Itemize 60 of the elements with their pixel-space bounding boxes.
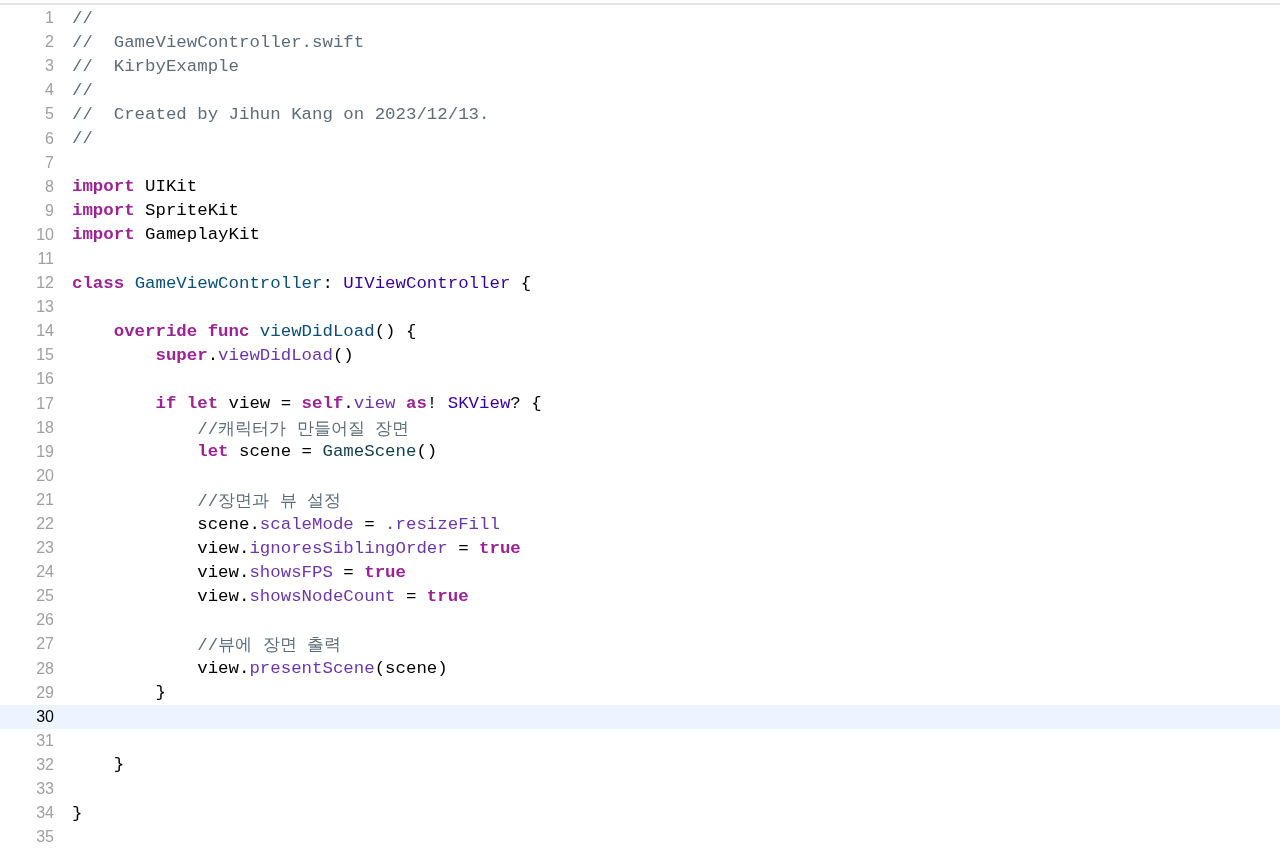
- line-number: 4: [44, 81, 54, 100]
- line-number: 26: [35, 611, 54, 630]
- code-line: view.showsNodeCount = true: [196, 586, 469, 606]
- code-line: class GameViewController: UIViewController {: [72, 273, 532, 293]
- line-number: 16: [35, 370, 54, 389]
- line-number: 33: [35, 780, 54, 799]
- code-line: import GameplayKit: [72, 225, 260, 245]
- code-line: //: [72, 80, 93, 100]
- line-number: 12: [35, 274, 54, 293]
- line-number: 35: [35, 828, 54, 847]
- line-number: 30: [35, 707, 54, 726]
- line-number: 1: [44, 9, 54, 28]
- code-line: super.viewDidLoad(): [154, 345, 354, 365]
- line-number: 15: [35, 346, 54, 365]
- line-number: 29: [35, 683, 54, 702]
- code-line: scene.scaleMode = .resizeFill: [196, 514, 500, 534]
- code-line: let scene = GameScene(): [196, 442, 438, 462]
- line-number: 18: [35, 418, 54, 437]
- line-number: 9: [44, 201, 54, 220]
- code-line: import SpriteKit: [72, 201, 239, 221]
- line-number: 7: [44, 153, 54, 172]
- line-number: 2: [44, 33, 54, 52]
- line-number: 23: [35, 539, 54, 558]
- line-number: 25: [35, 587, 54, 606]
- code-line: }: [112, 755, 125, 775]
- line-number: 28: [35, 659, 54, 678]
- code-line: //장면과 뷰 설정: [196, 490, 341, 512]
- code-line: // Created by Jihun Kang on 2023/12/13.: [72, 104, 490, 124]
- code-line: //뷰에 장면 출력: [196, 635, 341, 657]
- code-line: view.presentScene(scene): [196, 659, 448, 679]
- code-line: view.showsFPS = true: [196, 562, 406, 582]
- line-number: 34: [35, 804, 54, 823]
- line-number: 5: [44, 105, 54, 124]
- line-number: 19: [35, 442, 54, 461]
- line-number: 20: [35, 466, 54, 485]
- code-line: }: [72, 803, 83, 823]
- code-line: view.ignoresSiblingOrder = true: [196, 538, 521, 558]
- line-number: 17: [35, 394, 54, 413]
- code-line: }: [154, 683, 166, 703]
- code-line: import UIKit: [72, 177, 198, 197]
- code-line: if let view = self.view as! SKView? {: [154, 394, 542, 414]
- line-number: 13: [35, 298, 54, 317]
- code-line: //: [72, 8, 93, 28]
- code-line: //: [72, 129, 93, 148]
- code-line: override func viewDidLoad() {: [112, 321, 417, 341]
- line-number: 22: [35, 515, 54, 533]
- line-number: 31: [35, 731, 54, 750]
- line-number: 14: [35, 322, 54, 341]
- line-number: 24: [35, 563, 54, 582]
- line-number: 27: [35, 635, 54, 654]
- line-number: 3: [44, 57, 54, 76]
- code-line: // KirbyExample: [72, 56, 239, 76]
- line-number: 8: [44, 177, 54, 196]
- line-number: 11: [36, 250, 54, 268]
- code-line: //캐릭터가 만들어질 장면: [196, 418, 409, 440]
- code-line: // GameViewController.swift: [72, 32, 365, 52]
- line-number: 32: [35, 755, 54, 774]
- line-number: 10: [35, 225, 54, 244]
- line-number: 6: [44, 129, 54, 148]
- line-number: 21: [35, 490, 54, 509]
